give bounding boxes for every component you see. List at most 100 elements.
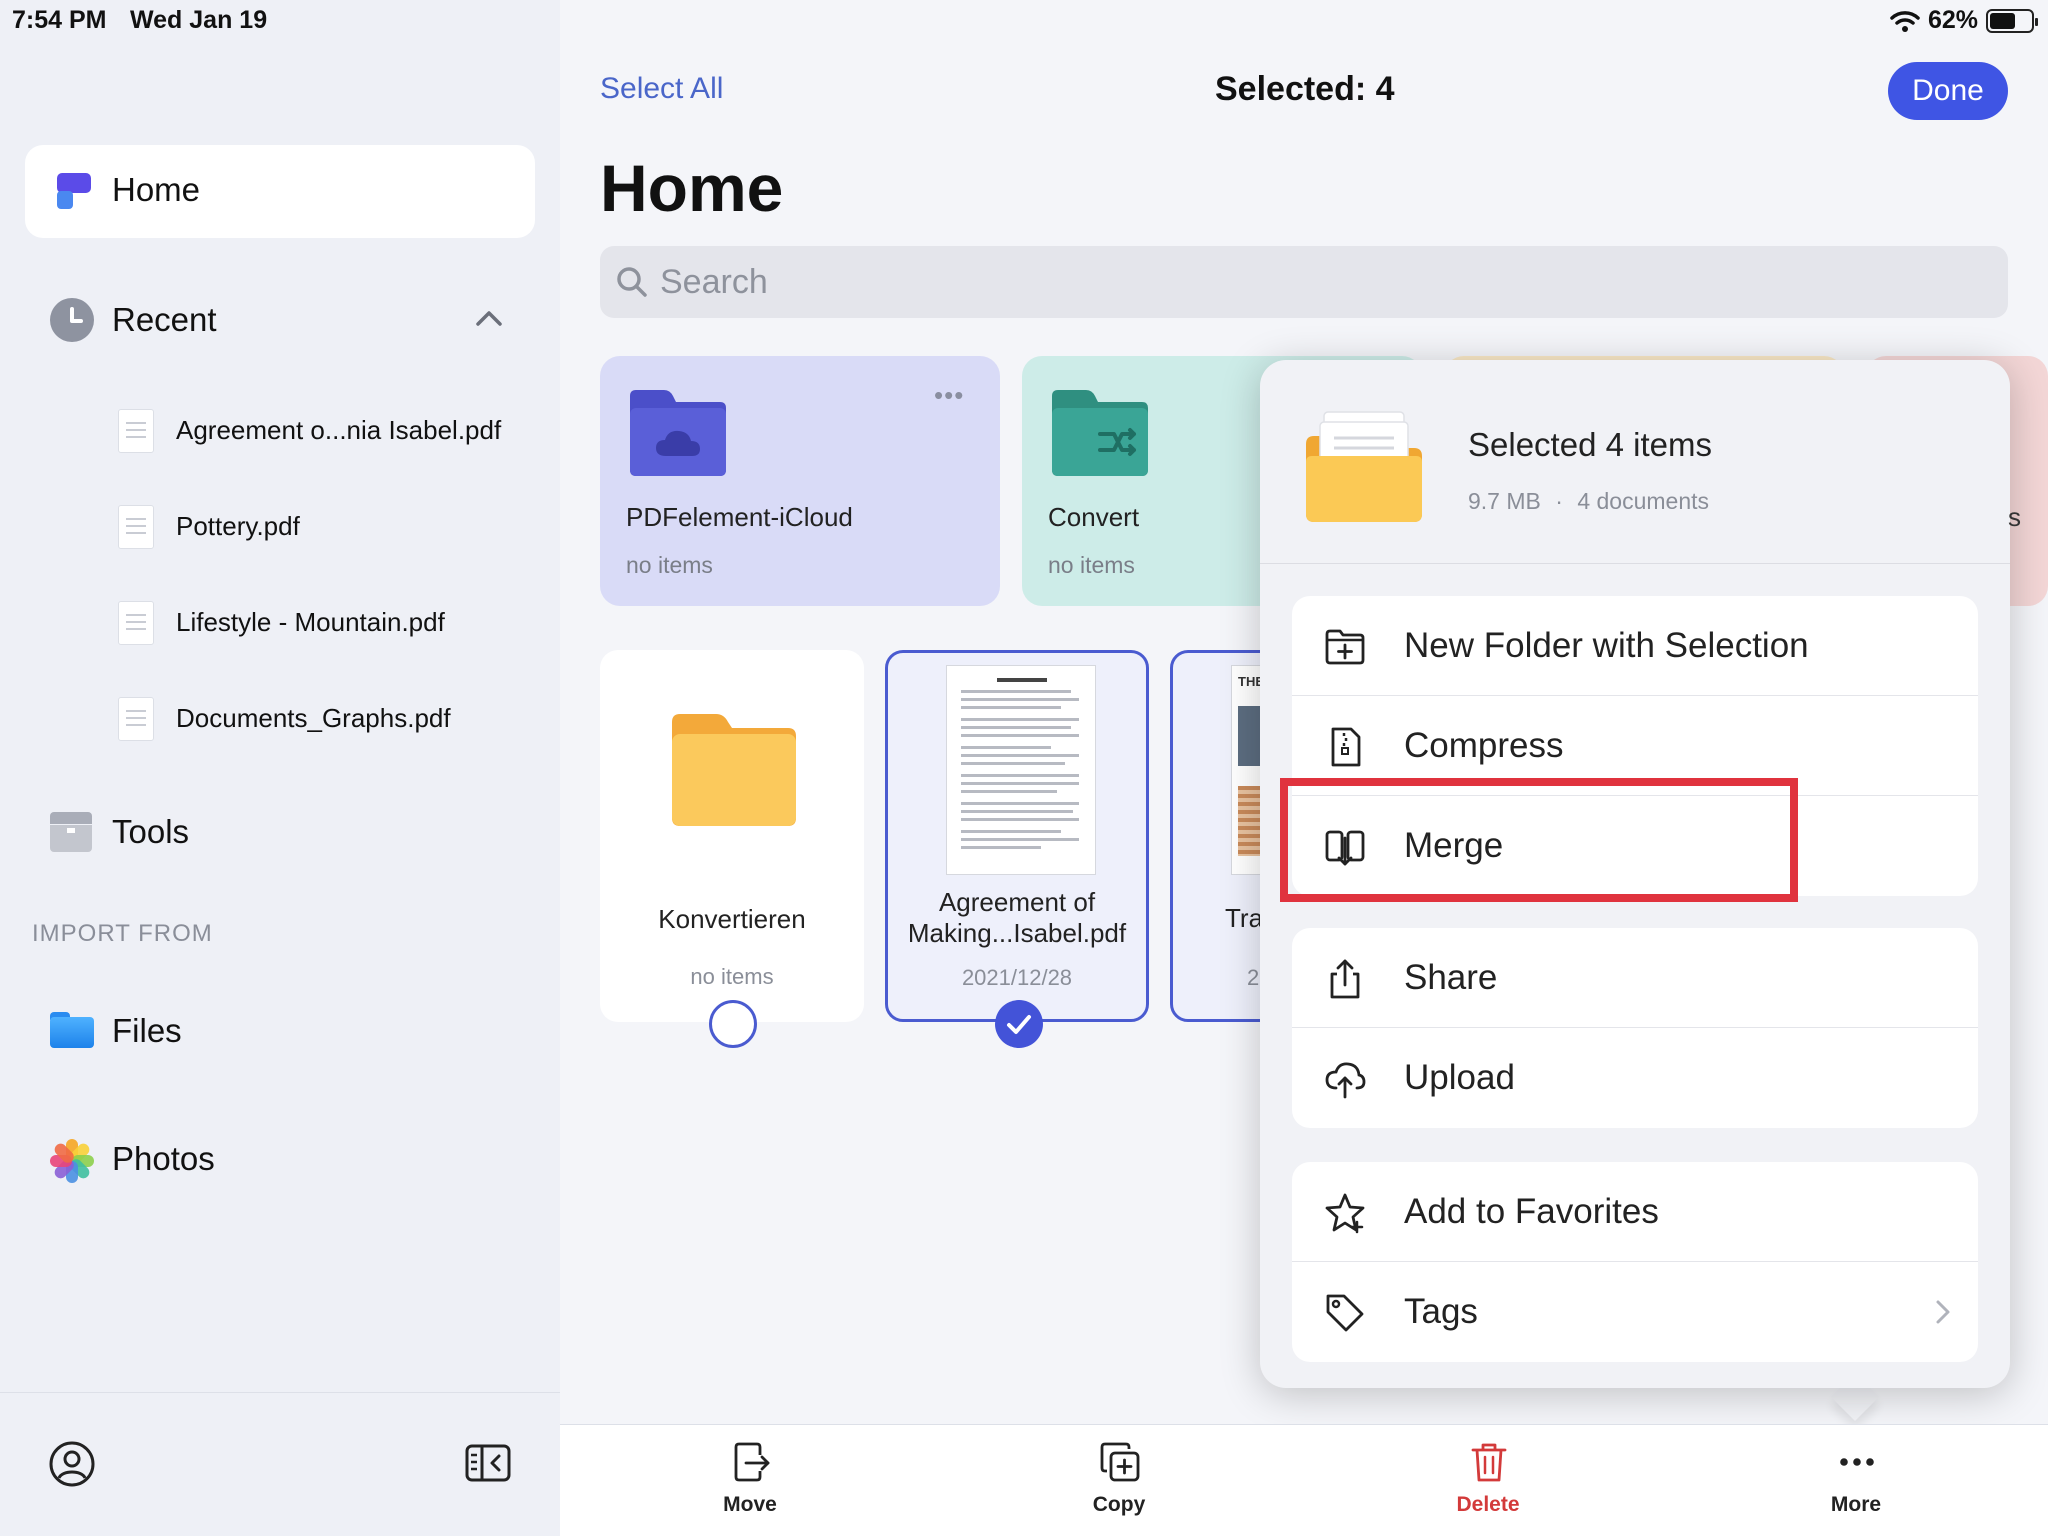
photos-icon	[50, 1139, 94, 1183]
action-label: Compress	[1404, 726, 1564, 765]
grid-item-title: Agreement of	[938, 887, 1096, 917]
toolbox-icon	[50, 812, 92, 852]
search-icon	[617, 267, 647, 297]
hidden-card-title-fragment: s	[2008, 502, 2021, 532]
import-from-header: IMPORT FROM	[32, 920, 213, 947]
copy-icon	[1100, 1442, 1140, 1482]
card-title: PDFelement-iCloud	[626, 502, 853, 532]
action-label: Share	[1404, 958, 1498, 997]
recent-file-item[interactable]: Documents_Graphs.pdf	[118, 697, 548, 741]
grid-item-folder[interactable]: Konvertieren no items	[600, 650, 864, 1022]
wifi-icon	[1890, 10, 1920, 32]
tags-button[interactable]: Tags	[1292, 1262, 1978, 1362]
copy-button[interactable]: Copy	[1059, 1441, 1179, 1531]
grid-item-title: Tra	[1225, 903, 1264, 933]
share-icon	[1330, 959, 1360, 999]
recent-file-name: Lifestyle - Mountain.pdf	[176, 607, 445, 637]
card-title: Convert	[1048, 502, 1140, 532]
action-label: Tags	[1404, 1292, 1478, 1331]
search-placeholder: Search	[660, 263, 768, 301]
app-logo-icon	[55, 173, 91, 211]
search-input[interactable]: Search	[600, 246, 2008, 318]
grid-item-title: Making...Isabel.pdf	[907, 918, 1127, 948]
sidebar-item-label: Home	[112, 171, 201, 208]
select-checkbox-checked[interactable]	[995, 1000, 1043, 1048]
action-label: Upload	[1404, 1058, 1515, 1097]
folder-plus-icon	[1325, 629, 1365, 665]
selection-folder-icon	[1306, 411, 1422, 522]
action-label: New Folder with Selection	[1404, 626, 1809, 665]
toolbar-label: Delete	[1456, 1493, 1520, 1516]
separator-dot: ·	[1555, 488, 1563, 514]
recent-file-name: Pottery.pdf	[176, 511, 300, 541]
share-button[interactable]: Share	[1292, 928, 1978, 1028]
action-group: Share Upload	[1292, 928, 1978, 1128]
document-icon	[118, 409, 154, 453]
clock-icon	[50, 298, 94, 342]
move-icon	[734, 1442, 770, 1482]
toolbar-label: Copy	[1092, 1493, 1146, 1516]
recent-file-name: Agreement o...nia Isabel.pdf	[176, 415, 502, 445]
recent-file-name: Documents_Graphs.pdf	[176, 703, 451, 733]
folder-icon	[672, 714, 796, 826]
recent-file-item[interactable]: Lifestyle - Mountain.pdf	[118, 601, 548, 645]
document-thumbnail	[946, 665, 1096, 875]
done-button[interactable]: Done	[1888, 62, 2008, 120]
more-button[interactable]: More	[1796, 1441, 1916, 1531]
chevron-up-icon[interactable]	[474, 306, 504, 330]
select-all-button[interactable]: Select All	[600, 72, 723, 106]
delete-button[interactable]: Delete	[1428, 1441, 1548, 1531]
battery-level	[1990, 12, 2015, 29]
account-icon[interactable]	[48, 1440, 96, 1488]
sidebar-item-files[interactable]: Files	[112, 1012, 182, 1050]
document-icon	[118, 505, 154, 549]
tag-icon	[1326, 1294, 1364, 1332]
popover-title: Selected 4 items	[1468, 426, 1712, 463]
sidebar-item-tools[interactable]: Tools	[112, 813, 189, 851]
convert-folder-icon	[1052, 390, 1148, 476]
new-folder-with-selection-button[interactable]: New Folder with Selection	[1292, 596, 1978, 696]
upload-button[interactable]: Upload	[1292, 1028, 1978, 1128]
popover-subtitle: 9.7 MB · 4 documents	[1468, 488, 1709, 515]
recent-file-item[interactable]: Pottery.pdf	[118, 505, 548, 549]
selected-count: Selected: 4	[1215, 70, 1395, 108]
selection-doc-count: 4 documents	[1577, 488, 1710, 514]
status-time: 7:54 PM	[12, 6, 107, 34]
more-dots-icon[interactable]: •••	[934, 380, 964, 411]
status-date: Wed Jan 19	[130, 6, 268, 34]
bottom-toolbar: Move Copy Delete More	[560, 1424, 2048, 1536]
popover-header: Selected 4 items 9.7 MB · 4 documents	[1260, 360, 2010, 564]
folder-icon	[50, 1012, 94, 1048]
selection-size: 9.7 MB	[1468, 488, 1541, 514]
document-icon	[118, 697, 154, 741]
sidebar: Home Recent Agreement o...nia Isabel.pdf…	[0, 0, 560, 1536]
document-icon	[118, 601, 154, 645]
cloud-upload-icon	[1325, 1062, 1366, 1099]
action-group: Add to Favorites Tags	[1292, 1162, 1978, 1362]
grid-item-subtitle: no items	[690, 964, 774, 989]
grid-item-subtitle: 2	[1247, 965, 1260, 990]
checkmark-icon	[1007, 1015, 1031, 1034]
move-button[interactable]: Move	[690, 1441, 810, 1531]
toolbar-label: Move	[723, 1493, 777, 1516]
add-to-favorites-button[interactable]: Add to Favorites	[1292, 1162, 1978, 1262]
card-subtitle: no items	[1048, 552, 1135, 578]
status-indicators: 62%	[1890, 6, 2038, 35]
folder-card-pdfelement-icloud[interactable]: ••• PDFelement-iCloud no items	[600, 356, 1000, 606]
sidebar-item-recent[interactable]: Recent	[112, 301, 217, 339]
action-label: Add to Favorites	[1404, 1192, 1659, 1231]
sidebar-item-photos[interactable]: Photos	[112, 1140, 215, 1178]
card-subtitle: no items	[626, 552, 713, 578]
more-dots-icon	[1840, 1458, 1874, 1466]
merge-highlight-box	[1280, 778, 1798, 902]
trash-icon	[1471, 1443, 1507, 1482]
cloud-folder-icon	[630, 390, 726, 476]
select-checkbox[interactable]	[709, 1000, 757, 1048]
grid-item-document[interactable]: Agreement of Making...Isabel.pdf 2021/12…	[885, 650, 1149, 1022]
sidebar-toggle-icon[interactable]	[465, 1444, 511, 1482]
grid-item-title: Konvertieren	[658, 904, 806, 934]
sidebar-item-home[interactable]: Home	[25, 145, 535, 238]
battery-percent: 62%	[1927, 6, 1978, 34]
recent-file-item[interactable]: Agreement o...nia Isabel.pdf	[118, 409, 548, 453]
zip-file-icon	[1331, 727, 1361, 767]
